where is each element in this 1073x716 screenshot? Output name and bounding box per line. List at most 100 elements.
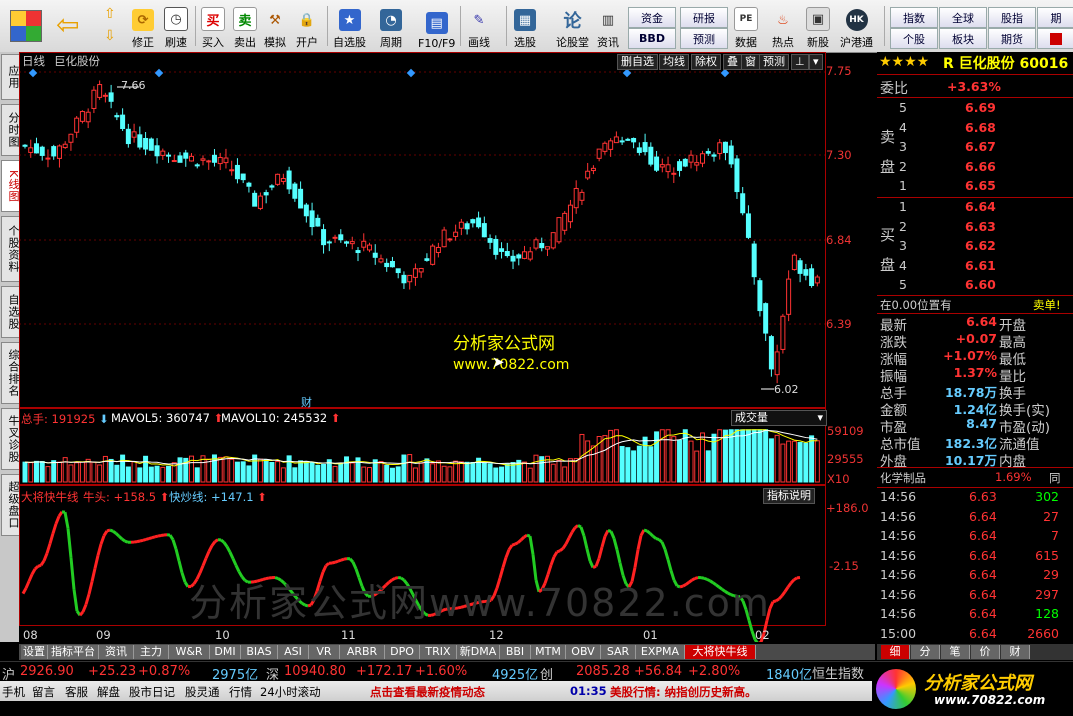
remove-watch-button[interactable]: 删自选 bbox=[617, 54, 658, 70]
tab-diagnosis[interactable]: 牛叉诊股 bbox=[1, 408, 20, 470]
indicator-tab[interactable]: BBI bbox=[500, 645, 531, 659]
indicator-tab[interactable]: 资讯 bbox=[99, 645, 134, 659]
tab-profile[interactable]: 个股资料 bbox=[1, 216, 20, 282]
fix-button[interactable]: ⟳ 修正 bbox=[132, 4, 154, 50]
f10-button[interactable]: ▤ F10/F9 bbox=[418, 4, 455, 50]
quote-link[interactable]: 行情 bbox=[229, 684, 252, 700]
futures2-button[interactable]: 期货 bbox=[988, 28, 1036, 49]
book-price[interactable]: 6.67 bbox=[965, 139, 996, 156]
indicator-tab[interactable]: TRIX bbox=[420, 645, 457, 659]
mobile-link[interactable]: 手机 bbox=[2, 684, 25, 700]
indicator-tab[interactable]: MTM bbox=[531, 645, 566, 659]
watchlist-button[interactable]: ★ 自选股 bbox=[333, 4, 366, 50]
forum-button[interactable]: 论论股堂 bbox=[556, 4, 589, 50]
ipo-button[interactable]: ▣ 新股 bbox=[806, 4, 830, 50]
indicator-tab[interactable]: OBV bbox=[566, 645, 601, 659]
back-arrow-icon[interactable]: ⇦ bbox=[56, 10, 88, 40]
indicator-tab[interactable]: DPO bbox=[385, 645, 420, 659]
indicator-tab[interactable]: SAR bbox=[601, 645, 636, 659]
indicator-tab[interactable]: 指标平台 bbox=[48, 645, 99, 659]
futures-button[interactable]: 期 bbox=[1037, 7, 1073, 28]
up-arrow-icon[interactable]: ⇧ bbox=[104, 6, 116, 22]
research-button[interactable]: 研报 bbox=[680, 7, 728, 28]
message-link[interactable]: 留言 bbox=[32, 684, 55, 700]
tab-ranking[interactable]: 综合排名 bbox=[1, 342, 20, 404]
fund-button[interactable]: 资金 bbox=[628, 7, 676, 28]
indicator-tab[interactable]: 主力 bbox=[134, 645, 169, 659]
indicator-tab[interactable]: 设置 bbox=[21, 645, 48, 659]
book-price[interactable]: 6.64 bbox=[965, 199, 996, 216]
indicator-tab[interactable]: VR bbox=[309, 645, 340, 659]
bbd-button[interactable]: BBD bbox=[628, 28, 676, 49]
ma-button[interactable]: 均线 bbox=[659, 54, 689, 70]
indicator-tab[interactable]: 大将快牛线 bbox=[685, 645, 756, 659]
book-price[interactable]: 6.66 bbox=[965, 159, 996, 176]
forecast-button[interactable]: 预测 bbox=[680, 28, 728, 49]
chevron-down-icon[interactable]: ▾ bbox=[809, 54, 823, 70]
index-button[interactable]: 指数 bbox=[890, 7, 938, 28]
indicator-tab[interactable]: EXPMA bbox=[636, 645, 685, 659]
drawline-button[interactable]: ✎ 画线 bbox=[468, 4, 490, 50]
indicator-tab[interactable]: ASI bbox=[278, 645, 309, 659]
simulate-button[interactable]: ⚒ 模拟 bbox=[264, 4, 286, 50]
kline-chart-svg[interactable] bbox=[19, 52, 875, 642]
speed-button[interactable]: ◷ 刷速 bbox=[164, 4, 188, 50]
service-link[interactable]: 客服 bbox=[65, 684, 88, 700]
data-button[interactable]: PE 数据 bbox=[734, 4, 758, 50]
detail-tab[interactable]: 分 bbox=[911, 645, 940, 659]
book-price[interactable]: 6.68 bbox=[965, 120, 996, 137]
tab-intraday[interactable]: 分时图 bbox=[1, 104, 20, 156]
indicator-help-button[interactable]: 指标说明 bbox=[763, 488, 815, 504]
book-price[interactable]: 6.69 bbox=[965, 100, 996, 117]
detail-tab[interactable]: 细 bbox=[881, 645, 910, 659]
indicator-select[interactable]: 成交量 ▾ bbox=[731, 410, 827, 426]
tab-depth[interactable]: 超级盘口 bbox=[1, 474, 20, 536]
more-button[interactable] bbox=[1037, 28, 1073, 49]
rolling-news-link[interactable]: 24小时滚动 bbox=[260, 684, 321, 700]
sector-button[interactable]: 板块 bbox=[939, 28, 987, 49]
overlay-button[interactable]: 叠 bbox=[723, 54, 742, 70]
predict-button[interactable]: 预测 bbox=[759, 54, 789, 70]
indicator-segment bbox=[102, 530, 109, 537]
open-account-button[interactable]: 🔒 开户 bbox=[296, 4, 318, 50]
book-price[interactable]: 6.61 bbox=[965, 258, 996, 275]
stock-select-button[interactable]: ▦ 选股 bbox=[514, 4, 536, 50]
news-button[interactable]: ▥ 资讯 bbox=[597, 4, 619, 50]
book-price[interactable]: 6.60 bbox=[965, 277, 996, 294]
diary-link[interactable]: 股市日记 bbox=[129, 684, 175, 700]
stock-button[interactable]: 个股 bbox=[890, 28, 938, 49]
detail-tab[interactable]: 笔 bbox=[941, 645, 970, 659]
indicator-tab[interactable]: 新DMA bbox=[457, 645, 500, 659]
book-price[interactable]: 6.62 bbox=[965, 238, 996, 255]
gulingtong-link[interactable]: 股灵通 bbox=[185, 684, 220, 700]
indicator-segment bbox=[84, 593, 91, 605]
down-arrow-icon[interactable]: ⇩ bbox=[104, 28, 116, 44]
tab-apps[interactable]: 应用 bbox=[1, 54, 20, 100]
detail-tab[interactable]: 价 bbox=[971, 645, 1000, 659]
tab-watchlist[interactable]: 自选股 bbox=[1, 286, 20, 338]
sell-button[interactable]: 卖卖出 bbox=[233, 4, 257, 50]
tab-kline[interactable]: K线图 bbox=[1, 160, 20, 212]
buy-button[interactable]: 买买入 bbox=[201, 4, 225, 50]
sector-name[interactable]: 化学制品 bbox=[880, 470, 926, 487]
pin-icon[interactable]: ⊥ bbox=[791, 54, 809, 70]
indicator-tab[interactable]: ARBR bbox=[340, 645, 385, 659]
hk-connect-button[interactable]: HK 沪港通 bbox=[840, 4, 873, 50]
indicator-tab[interactable]: W&R bbox=[169, 645, 210, 659]
exright-button[interactable]: 除权 bbox=[691, 54, 721, 70]
indicator-tab[interactable]: DMI bbox=[210, 645, 241, 659]
finance-marker[interactable]: 财 bbox=[301, 394, 312, 410]
indicator-tab[interactable]: BIAS bbox=[241, 645, 278, 659]
us-news-link[interactable]: 美股行情: 纳指创历史新高。 bbox=[610, 684, 757, 700]
hot-button[interactable]: ♨ 热点 bbox=[772, 4, 794, 50]
window-button[interactable]: 窗 bbox=[741, 54, 760, 70]
stock-index-button[interactable]: 股指 bbox=[988, 7, 1036, 28]
hs-label[interactable]: 恒生指数 bbox=[812, 663, 864, 682]
detail-tab[interactable]: 财 bbox=[1001, 645, 1030, 659]
book-price[interactable]: 6.63 bbox=[965, 219, 996, 236]
global-button[interactable]: 全球 bbox=[939, 7, 987, 28]
analysis-link[interactable]: 解盘 bbox=[97, 684, 120, 700]
period-button[interactable]: ◔ 周期 bbox=[380, 4, 402, 50]
book-price[interactable]: 6.65 bbox=[965, 178, 996, 195]
epidemic-news-link[interactable]: 点击查看最新疫情动态 bbox=[370, 684, 485, 700]
